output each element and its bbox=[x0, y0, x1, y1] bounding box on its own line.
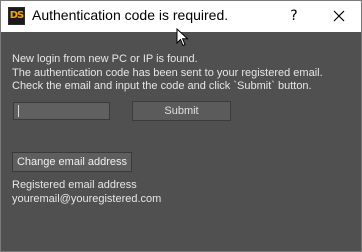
info-line-2: The authentication code has been sent to… bbox=[12, 67, 323, 79]
registered-email-label: Registered email address bbox=[12, 179, 137, 191]
text-caret bbox=[18, 105, 19, 117]
submit-button[interactable]: Submit bbox=[132, 101, 231, 121]
info-line-1: New login from new PC or IP is found. bbox=[12, 53, 198, 65]
info-line-3: Check the email and input the code and c… bbox=[12, 80, 312, 92]
mouse-pointer-icon bbox=[176, 28, 189, 47]
auth-code-input[interactable] bbox=[13, 102, 110, 120]
ds-app-icon: DS bbox=[8, 7, 25, 25]
close-button[interactable] bbox=[319, 1, 359, 32]
registered-email-value: youremail@youregistered.com bbox=[12, 193, 162, 205]
auth-dialog: DS Authentication code is required. ? Ne… bbox=[0, 0, 362, 252]
close-icon bbox=[333, 10, 345, 22]
dialog-title: Authentication code is required. bbox=[32, 7, 229, 23]
help-button[interactable]: ? bbox=[277, 1, 311, 32]
change-email-button[interactable]: Change email address bbox=[12, 152, 132, 172]
